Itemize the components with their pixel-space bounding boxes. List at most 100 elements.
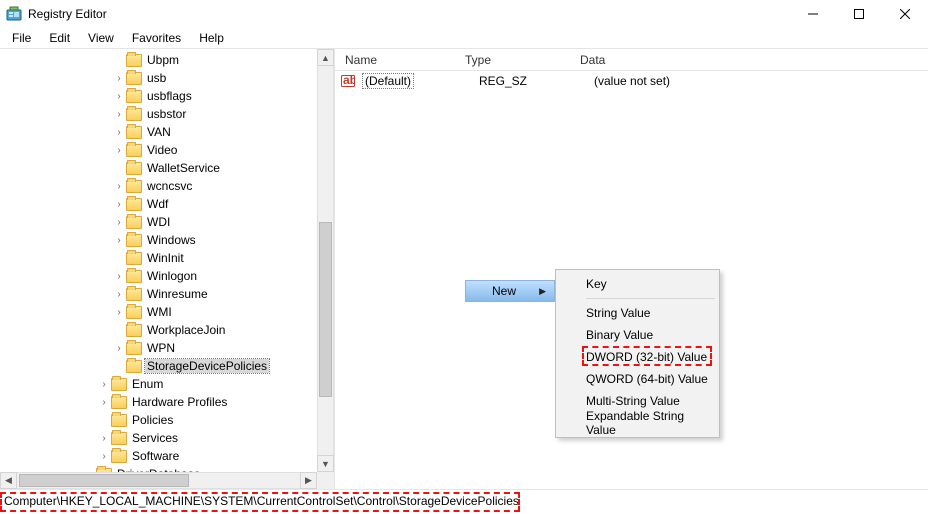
tree-item[interactable]: ›VAN [0, 123, 334, 141]
expand-chevron-icon[interactable]: › [113, 199, 125, 210]
tree-item-label: WorkplaceJoin [145, 323, 227, 337]
tree-item-label: usbflags [145, 89, 194, 103]
folder-icon [126, 324, 142, 337]
submenu-item[interactable]: QWORD (64-bit) Value [558, 368, 717, 390]
folder-icon [111, 432, 127, 445]
maximize-button[interactable] [836, 0, 882, 28]
expand-chevron-icon[interactable]: › [113, 217, 125, 228]
tree-item[interactable]: StorageDevicePolicies [0, 357, 334, 375]
tree-item[interactable]: ›WDI [0, 213, 334, 231]
tree-item[interactable]: › Services [0, 429, 334, 447]
expand-chevron-icon[interactable]: › [113, 109, 125, 120]
folder-icon [126, 180, 142, 193]
folder-icon [126, 162, 142, 175]
tree-item[interactable]: ›wcncsvc [0, 177, 334, 195]
menu-bar: File Edit View Favorites Help [0, 28, 928, 48]
tree-item[interactable]: › Software [0, 447, 334, 465]
tree-pane: Ubpm›usb›usbflags›usbstor›VAN›VideoWalle… [0, 49, 335, 489]
scroll-down-button[interactable]: ▼ [317, 455, 334, 472]
context-menu-new[interactable]: New ▶ [465, 280, 555, 302]
tree-item-label: Services [130, 431, 180, 445]
expand-chevron-icon[interactable]: › [113, 181, 125, 192]
value-row[interactable]: ab (Default) REG_SZ (value not set) [335, 71, 928, 90]
tree-item[interactable]: WorkplaceJoin [0, 321, 334, 339]
tree-item[interactable]: ›Winlogon [0, 267, 334, 285]
tree-item[interactable]: › WMI [0, 303, 334, 321]
expand-chevron-icon[interactable]: › [98, 451, 110, 462]
menu-help[interactable]: Help [191, 29, 232, 47]
value-type: REG_SZ [475, 74, 590, 88]
expand-chevron-icon[interactable]: › [113, 271, 125, 282]
column-type[interactable]: Type [461, 53, 576, 67]
submenu-item[interactable]: Key [558, 273, 717, 295]
scroll-thumb[interactable] [319, 222, 332, 397]
folder-icon [126, 288, 142, 301]
tree-horizontal-scrollbar[interactable]: ◀ ▶ [0, 472, 317, 489]
tree-item[interactable]: ›usbstor [0, 105, 334, 123]
expand-chevron-icon[interactable]: › [113, 145, 125, 156]
folder-icon [126, 126, 142, 139]
expand-chevron-icon[interactable]: › [113, 127, 125, 138]
new-submenu[interactable]: Key String ValueBinary ValueDWORD (32-bit… [555, 269, 720, 438]
folder-icon [126, 90, 142, 103]
expand-chevron-icon[interactable]: › [113, 235, 125, 246]
tree-item[interactable]: › usb [0, 69, 334, 87]
folder-icon [126, 108, 142, 121]
scroll-track[interactable] [17, 472, 300, 489]
column-name[interactable]: Name [341, 53, 461, 67]
menu-favorites[interactable]: Favorites [124, 29, 189, 47]
tree-item[interactable]: ›WPN [0, 339, 334, 357]
string-value-icon: ab [341, 74, 355, 88]
column-data[interactable]: Data [576, 53, 928, 67]
tree-item-label: Hardware Profiles [130, 395, 229, 409]
value-name: (Default) [359, 74, 475, 88]
tree-item[interactable]: ›Wdf [0, 195, 334, 213]
tree-item-label: Software [130, 449, 181, 463]
tree-item[interactable]: ›Winresume [0, 285, 334, 303]
scroll-track[interactable] [317, 66, 334, 455]
tree-item[interactable]: WinInit [0, 249, 334, 267]
menu-view[interactable]: View [80, 29, 122, 47]
submenu-item[interactable]: Binary Value [558, 324, 717, 346]
menu-edit[interactable]: Edit [41, 29, 78, 47]
tree-item-label: WMI [145, 305, 174, 319]
menu-file[interactable]: File [4, 29, 39, 47]
expand-chevron-icon[interactable]: › [98, 397, 110, 408]
regedit-icon [6, 6, 22, 22]
tree-item[interactable]: WalletService [0, 159, 334, 177]
tree-item[interactable]: Ubpm [0, 51, 334, 69]
tree-item-label: WalletService [145, 161, 222, 175]
expand-chevron-icon[interactable]: › [113, 307, 125, 318]
expand-chevron-icon[interactable]: › [113, 289, 125, 300]
scroll-thumb[interactable] [19, 474, 189, 487]
submenu-separator [586, 298, 715, 299]
folder-icon [126, 144, 142, 157]
expand-chevron-icon[interactable]: › [113, 343, 125, 354]
tree-item[interactable]: › usbflags [0, 87, 334, 105]
context-menu-new-label: New [492, 284, 516, 298]
registry-tree[interactable]: Ubpm›usb›usbflags›usbstor›VAN›VideoWalle… [0, 49, 334, 483]
tree-item[interactable]: ›Enum [0, 375, 334, 393]
scroll-right-button[interactable]: ▶ [300, 472, 317, 489]
tree-item[interactable]: ›Windows [0, 231, 334, 249]
tree-item-label: Video [145, 143, 179, 157]
expand-chevron-icon[interactable]: › [98, 433, 110, 444]
scroll-up-button[interactable]: ▲ [317, 49, 334, 66]
expand-chevron-icon[interactable]: › [98, 379, 110, 390]
scroll-left-button[interactable]: ◀ [0, 472, 17, 489]
tree-item[interactable]: › Hardware Profiles [0, 393, 334, 411]
tree-item-label: Ubpm [145, 53, 181, 67]
expand-chevron-icon[interactable]: › [113, 91, 125, 102]
tree-vertical-scrollbar[interactable]: ▲ ▼ [317, 49, 334, 472]
tree-item-label: usb [145, 71, 168, 85]
tree-item[interactable]: › Video [0, 141, 334, 159]
minimize-button[interactable] [790, 0, 836, 28]
submenu-item[interactable]: String Value [558, 302, 717, 324]
tree-item[interactable]: Policies [0, 411, 334, 429]
status-bar: Computer\HKEY_LOCAL_MACHINE\SYSTEM\Curre… [0, 489, 928, 511]
submenu-item[interactable]: Expandable String Value [558, 412, 717, 434]
expand-chevron-icon[interactable]: › [113, 73, 125, 84]
close-button[interactable] [882, 0, 928, 28]
values-header[interactable]: Name Type Data [335, 49, 928, 71]
submenu-item[interactable]: DWORD (32-bit) Value [558, 346, 717, 368]
